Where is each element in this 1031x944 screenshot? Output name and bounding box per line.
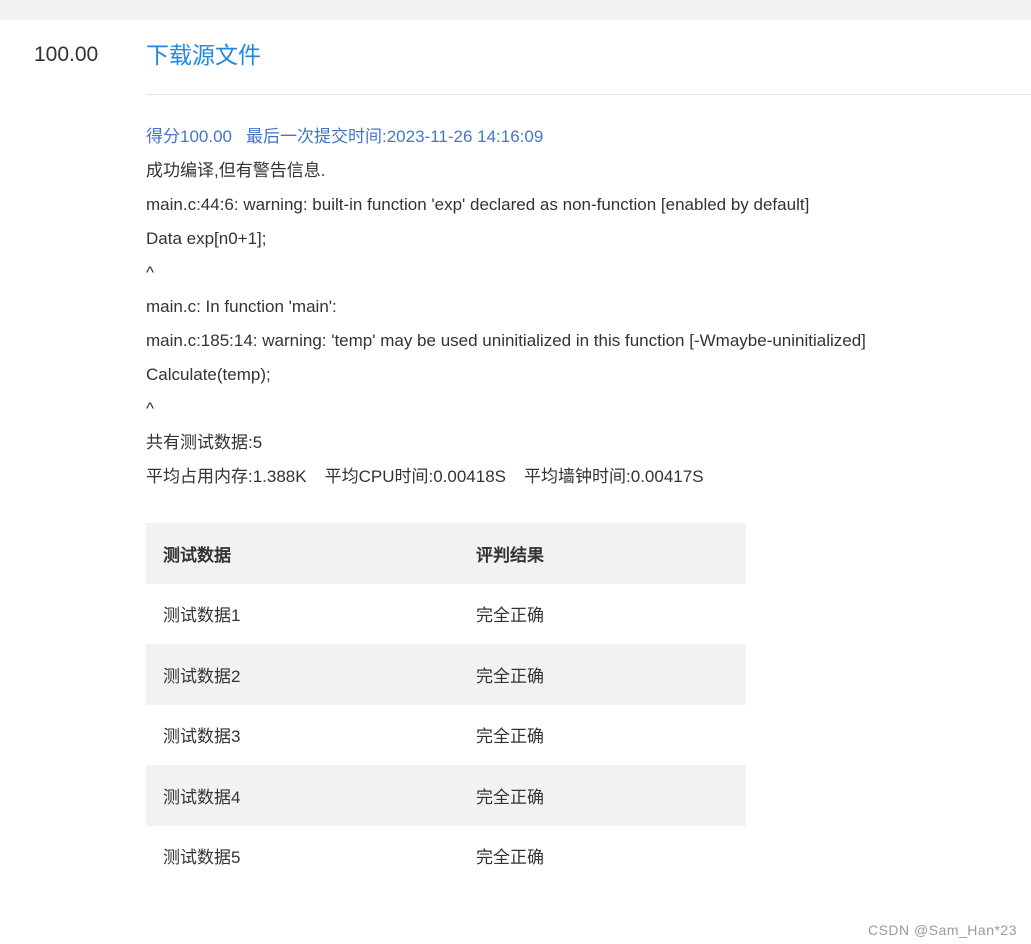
table-row: 测试数据5 完全正确 xyxy=(146,825,746,886)
table-row: 测试数据2 完全正确 xyxy=(146,644,746,705)
test-data-cell: 测试数据4 xyxy=(146,765,459,826)
download-source-link[interactable]: 下载源文件 xyxy=(146,40,261,70)
result-cell: 完全正确 xyxy=(459,644,746,705)
result-cell: 完全正确 xyxy=(459,765,746,826)
compile-log-line: main.c: In function 'main': xyxy=(146,297,337,316)
test-count: 共有测试数据:5 xyxy=(146,433,263,452)
test-data-cell: 测试数据3 xyxy=(146,704,459,765)
test-data-cell: 测试数据2 xyxy=(146,644,459,705)
performance-stats: 平均占用内存:1.388K 平均CPU时间:0.00418S 平均墙钟时间:0.00… xyxy=(146,460,1016,494)
column-header-test-data: 测试数据 xyxy=(146,523,459,584)
result-cell: 完全正确 xyxy=(459,825,746,886)
compile-log-line: Calculate(temp); xyxy=(146,365,271,384)
table-row: 测试数据4 完全正确 xyxy=(146,765,746,826)
compile-log-line: ^ xyxy=(146,263,154,282)
score-value: 100.00 xyxy=(34,43,99,66)
avg-cpu-time: 平均CPU时间:0.00418S xyxy=(324,467,507,486)
compile-log-line: main.c:44:6: warning: built-in function … xyxy=(146,195,810,214)
submission-meta: 得分100.00 最后一次提交时间:2023-11-26 14:16:09 xyxy=(146,120,1016,154)
compile-log-line: main.c:185:14: warning: 'temp' may be us… xyxy=(146,331,866,350)
compile-log-line: Data exp[n0+1]; xyxy=(146,229,267,248)
top-band xyxy=(0,0,1031,20)
table-row: 测试数据3 完全正确 xyxy=(146,704,746,765)
avg-wall-time: 平均墙钟时间:0.00417S xyxy=(524,467,704,486)
result-cell: 完全正确 xyxy=(459,583,746,644)
table-header-row: 测试数据 评判结果 xyxy=(146,523,746,584)
result-cell: 完全正确 xyxy=(459,704,746,765)
score-text: 得分100.00 xyxy=(146,127,232,146)
csdn-watermark: CSDN @Sam_Han*23 xyxy=(867,922,1017,938)
table-row: 测试数据1 完全正确 xyxy=(146,583,746,644)
last-submit-time: 最后一次提交时间:2023-11-26 14:16:09 xyxy=(246,127,544,146)
avg-memory: 平均占用内存:1.388K xyxy=(146,467,307,486)
test-data-cell: 测试数据5 xyxy=(146,825,459,886)
submission-details: 得分100.00 最后一次提交时间:2023-11-26 14:16:09 成功编… xyxy=(146,120,1016,494)
test-data-cell: 测试数据1 xyxy=(146,583,459,644)
compile-log-line: ^ xyxy=(146,399,154,418)
divider xyxy=(146,94,1031,95)
compile-status: 成功编译,但有警告信息. xyxy=(146,161,326,180)
results-table: 测试数据 评判结果 测试数据1 完全正确 测试数据2 完全正确 测试数据3 完全… xyxy=(146,523,746,886)
column-header-result: 评判结果 xyxy=(459,523,746,584)
